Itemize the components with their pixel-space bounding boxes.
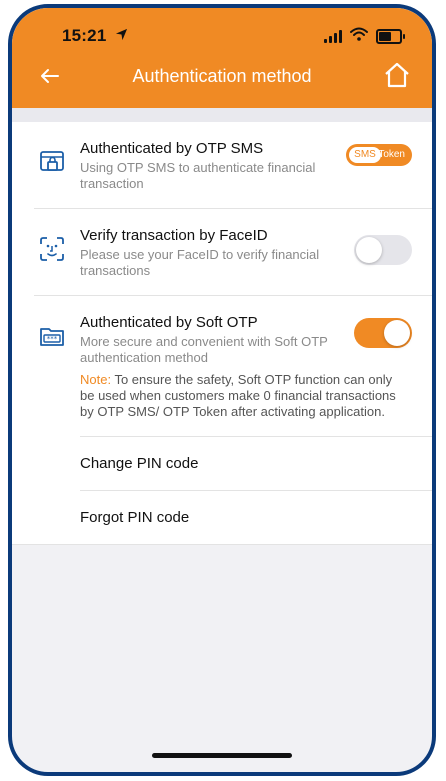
otp-sms-row: Authenticated by OTP SMS Using OTP SMS t… [12, 122, 432, 208]
nav-bar: Authentication method [12, 54, 432, 102]
settings-card: Authenticated by OTP SMS Using OTP SMS t… [12, 122, 432, 545]
page-title: Authentication method [132, 66, 312, 86]
status-time: 15:21 [62, 26, 128, 46]
sms-token-selector[interactable]: SMS Token [346, 144, 412, 166]
sms-option[interactable]: SMS [349, 147, 381, 163]
soft-otp-row: *** Authenticated by Soft OTP More secur… [12, 296, 432, 436]
divider [12, 544, 432, 545]
token-option[interactable]: Token [378, 148, 405, 162]
soft-otp-toggle[interactable] [354, 318, 412, 348]
change-pin-row[interactable]: Change PIN code [12, 437, 432, 490]
settings-content: Authenticated by OTP SMS Using OTP SMS t… [12, 108, 432, 545]
faceid-row: Verify transaction by FaceID Please use … [12, 209, 432, 295]
status-bar: 15:21 [12, 8, 432, 48]
time-label: 15:21 [62, 26, 107, 45]
home-icon[interactable] [382, 60, 412, 90]
wifi-icon [350, 26, 368, 46]
svg-text:***: *** [47, 335, 58, 343]
otp-sms-description: Using OTP SMS to authenticate financial … [80, 160, 316, 191]
note-text: To ensure the safety, Soft OTP function … [80, 372, 396, 419]
home-indicator[interactable] [152, 753, 292, 758]
sms-lock-icon [38, 148, 66, 176]
note-label: Note: [80, 372, 112, 387]
otp-folder-icon: *** [38, 322, 66, 350]
signal-icon [324, 29, 342, 43]
forgot-pin-row[interactable]: Forgot PIN code [12, 491, 432, 544]
soft-otp-note: Note: To ensure the safety, Soft OTP fun… [80, 372, 400, 420]
toggle-knob [384, 320, 410, 346]
battery-icon [376, 28, 405, 44]
faceid-toggle[interactable] [354, 235, 412, 265]
toggle-knob [356, 237, 382, 263]
faceid-description: Please use your FaceID to verify financi… [80, 247, 320, 278]
faceid-icon [38, 235, 66, 263]
section-spacer [12, 108, 432, 122]
location-arrow-icon [115, 26, 128, 46]
phone-frame: 15:21 Authentication method Authenticate… [8, 4, 436, 776]
soft-otp-description: More secure and convenient with Soft OTP… [80, 334, 328, 365]
status-icons [324, 26, 405, 46]
